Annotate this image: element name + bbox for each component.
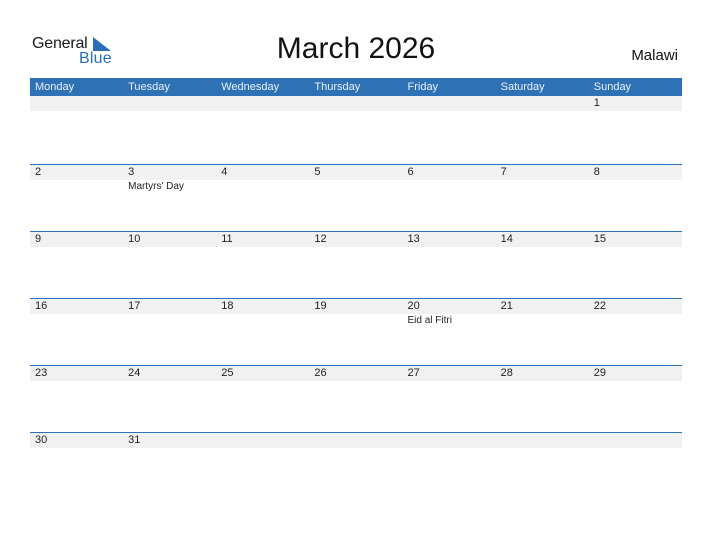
week-cells: 9 10 11 12 13 14 15 — [30, 232, 682, 292]
day-cell: 7 — [496, 165, 589, 225]
day-number: 30 — [35, 434, 48, 446]
day-number: 4 — [221, 166, 228, 178]
week-cells: 30 31 — [30, 433, 682, 493]
day-cell: 24 — [123, 366, 216, 426]
day-number: 6 — [407, 166, 414, 178]
day-number: 9 — [35, 233, 42, 245]
page-title: March 2026 — [276, 32, 436, 65]
day-number: 26 — [314, 367, 327, 379]
day-number: 20 — [407, 300, 420, 312]
country-label: Malawi — [631, 47, 678, 64]
weekday-header: Monday Tuesday Wednesday Thursday Friday… — [30, 78, 682, 96]
week-cells: 1 — [30, 96, 682, 156]
day-number: 31 — [128, 434, 141, 446]
day-cell: 10 — [123, 232, 216, 292]
day-cell: 4 — [216, 165, 309, 225]
day-number: 25 — [221, 367, 234, 379]
day-number: 24 — [128, 367, 141, 379]
week-cells: 16 17 18 19 20 Eid al Fitri 21 22 — [30, 299, 682, 359]
day-cell — [589, 433, 682, 493]
day-cell — [496, 433, 589, 493]
holiday-label: Martyrs' Day — [128, 181, 184, 192]
week-cells: 23 24 25 26 27 28 29 — [30, 366, 682, 426]
day-cell — [216, 433, 309, 493]
weeks-container: 1 2 3 Martyrs' Day 4 5 6 7 8 9 10 11 12 13 14 15 16 17 18 1… — [30, 96, 682, 499]
weekday-thursday: Thursday — [314, 81, 361, 93]
day-cell: 1 — [589, 96, 682, 156]
day-cell: 28 — [496, 366, 589, 426]
day-number: 7 — [500, 166, 507, 178]
day-cell: 11 — [216, 232, 309, 292]
day-number: 2 — [35, 166, 42, 178]
week-row: 30 31 — [30, 432, 682, 499]
week-row: 16 17 18 19 20 Eid al Fitri 21 22 — [30, 298, 682, 365]
day-number: 17 — [128, 300, 141, 312]
weekday-sunday: Sunday — [593, 81, 632, 93]
day-cell: 22 — [589, 299, 682, 359]
weekday-wednesday: Wednesday — [221, 81, 280, 93]
day-cell — [403, 433, 496, 493]
day-number: 14 — [500, 233, 513, 245]
day-cell: 15 — [589, 232, 682, 292]
day-cell — [309, 96, 402, 156]
week-cells: 2 3 Martyrs' Day 4 5 6 7 8 — [30, 165, 682, 225]
day-cell: 16 — [30, 299, 123, 359]
day-number: 8 — [593, 166, 600, 178]
day-number: 18 — [221, 300, 234, 312]
week-row: 23 24 25 26 27 28 29 — [30, 365, 682, 432]
day-number: 21 — [500, 300, 513, 312]
day-number: 16 — [35, 300, 48, 312]
day-cell — [309, 433, 402, 493]
day-number: 27 — [407, 367, 420, 379]
day-cell: 12 — [309, 232, 402, 292]
day-cell: 20 Eid al Fitri — [403, 299, 496, 359]
day-number: 12 — [314, 233, 327, 245]
day-cell: 13 — [403, 232, 496, 292]
day-number: 22 — [593, 300, 606, 312]
day-number: 13 — [407, 233, 420, 245]
day-cell: 14 — [496, 232, 589, 292]
weekday-saturday: Saturday — [500, 81, 545, 93]
day-cell: 3 Martyrs' Day — [123, 165, 216, 225]
day-cell: 25 — [216, 366, 309, 426]
day-cell: 31 — [123, 433, 216, 493]
day-cell: 18 — [216, 299, 309, 359]
day-number: 15 — [593, 233, 606, 245]
day-cell — [30, 96, 123, 156]
day-cell: 21 — [496, 299, 589, 359]
weekday-tuesday: Tuesday — [128, 81, 170, 93]
day-cell — [123, 96, 216, 156]
day-cell: 17 — [123, 299, 216, 359]
day-cell: 6 — [403, 165, 496, 225]
day-number: 11 — [221, 233, 233, 245]
week-row: 1 — [30, 96, 682, 164]
day-number: 10 — [128, 233, 141, 245]
holiday-label: Eid al Fitri — [407, 315, 452, 326]
day-number: 23 — [35, 367, 48, 379]
day-number: 5 — [314, 166, 321, 178]
day-cell: 27 — [403, 366, 496, 426]
weekday-friday: Friday — [407, 81, 439, 93]
day-cell: 8 — [589, 165, 682, 225]
day-number: 28 — [500, 367, 513, 379]
day-number: 19 — [314, 300, 327, 312]
day-cell — [216, 96, 309, 156]
week-row: 9 10 11 12 13 14 15 — [30, 231, 682, 298]
day-cell — [496, 96, 589, 156]
day-number: 29 — [593, 367, 606, 379]
day-cell: 5 — [309, 165, 402, 225]
day-cell: 26 — [309, 366, 402, 426]
day-number: 1 — [593, 97, 600, 109]
day-cell — [403, 96, 496, 156]
day-cell: 9 — [30, 232, 123, 292]
calendar-grid: Monday Tuesday Wednesday Thursday Friday… — [30, 78, 682, 499]
day-cell: 2 — [30, 165, 123, 225]
day-cell: 19 — [309, 299, 402, 359]
day-number: 3 — [128, 166, 135, 178]
day-cell: 29 — [589, 366, 682, 426]
week-row: 2 3 Martyrs' Day 4 5 6 7 8 — [30, 164, 682, 231]
day-cell: 23 — [30, 366, 123, 426]
day-cell: 30 — [30, 433, 123, 493]
weekday-monday: Monday — [35, 81, 75, 93]
